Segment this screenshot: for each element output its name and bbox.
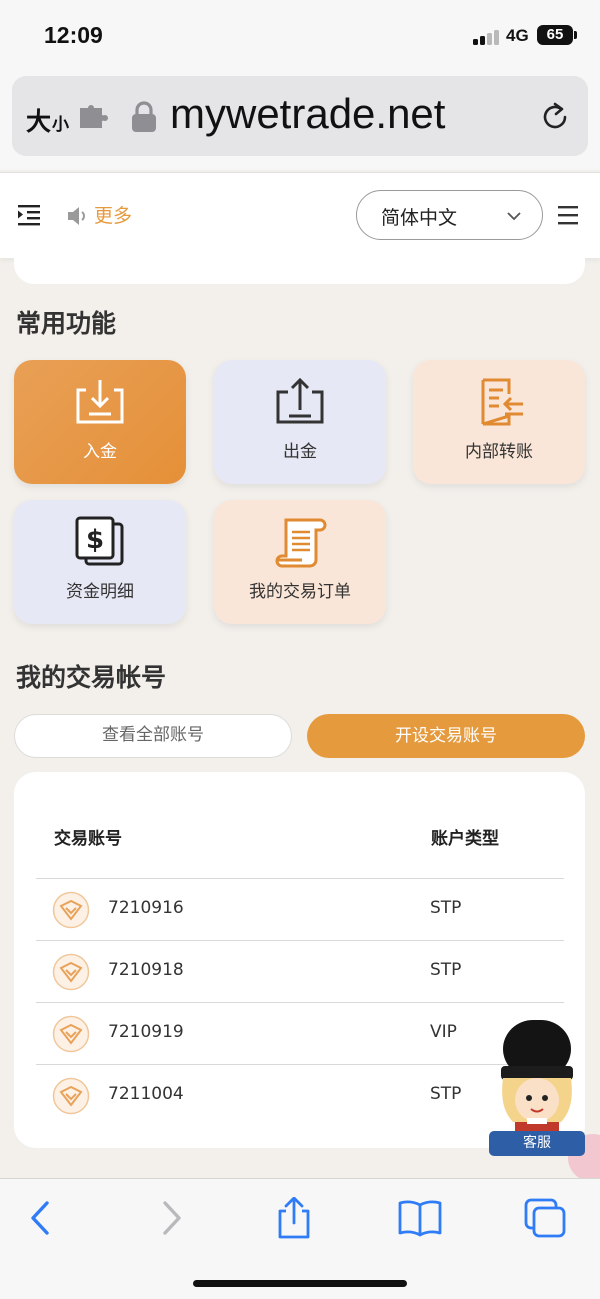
table-row[interactable]: 7210918 STP bbox=[36, 940, 564, 1002]
menu-icon[interactable] bbox=[556, 203, 580, 227]
deposit-icon bbox=[76, 380, 124, 424]
tile-label: 资金明细 bbox=[66, 582, 134, 602]
withdraw-icon bbox=[276, 377, 324, 424]
fund-details-tile[interactable]: $ 资金明细 bbox=[14, 500, 186, 624]
network-label: 4G bbox=[506, 26, 529, 45]
common-functions-title: 常用功能 bbox=[16, 309, 117, 338]
account-badge-icon bbox=[52, 1015, 90, 1053]
more-link[interactable]: 更多 bbox=[94, 201, 132, 228]
lock-icon bbox=[132, 101, 156, 132]
open-account-button[interactable]: 开设交易账号 bbox=[307, 714, 585, 758]
deposit-tile[interactable]: 入金 bbox=[14, 360, 186, 484]
sidebar-toggle-icon[interactable] bbox=[16, 203, 42, 227]
signal-icon bbox=[473, 29, 501, 45]
internal-transfer-tile[interactable]: 内部转账 bbox=[413, 360, 585, 484]
view-all-accounts-button[interactable]: 查看全部账号 bbox=[14, 714, 292, 758]
svg-text:$: $ bbox=[86, 525, 104, 555]
account-badge-icon bbox=[52, 953, 90, 991]
account-badge-icon bbox=[52, 1077, 90, 1115]
bookmarks-icon[interactable] bbox=[398, 1197, 442, 1239]
tile-label: 我的交易订单 bbox=[249, 582, 351, 602]
url-text[interactable]: mywetrade.net bbox=[170, 90, 445, 138]
language-value: 简体中文 bbox=[381, 207, 458, 229]
text-size-small: 小 bbox=[52, 115, 70, 135]
reload-icon[interactable] bbox=[538, 100, 572, 134]
text-size-big: 大 bbox=[26, 107, 52, 136]
dollar-doc-icon: $ bbox=[75, 516, 124, 566]
browser-url-area: 大 小 mywetrade.net bbox=[0, 70, 600, 170]
share-icon[interactable] bbox=[272, 1197, 316, 1239]
extension-icon[interactable] bbox=[78, 104, 108, 130]
status-time: 12:09 bbox=[44, 22, 103, 48]
chevron-down-icon bbox=[507, 212, 521, 221]
account-number: 7210918 bbox=[108, 960, 184, 980]
withdraw-tile[interactable]: 出金 bbox=[214, 360, 386, 484]
column-header-account: 交易账号 bbox=[54, 829, 122, 849]
transfer-icon bbox=[481, 378, 523, 426]
tile-label: 内部转账 bbox=[465, 442, 533, 462]
back-icon[interactable] bbox=[20, 1197, 64, 1239]
account-badge-icon bbox=[52, 891, 90, 929]
text-size-button[interactable]: 大 小 bbox=[26, 98, 69, 134]
battery-icon: 65 bbox=[537, 25, 577, 45]
account-type: STP bbox=[430, 960, 462, 980]
scroll-icon bbox=[275, 518, 327, 568]
customer-service-button[interactable]: 客服 bbox=[489, 1131, 585, 1156]
forward-icon[interactable] bbox=[150, 1197, 194, 1239]
status-bar: 12:09 4G 65 bbox=[0, 0, 600, 70]
language-select[interactable]: 简体中文 bbox=[356, 190, 543, 240]
trade-orders-tile[interactable]: 我的交易订单 bbox=[214, 500, 386, 624]
top-card-edge bbox=[14, 246, 585, 284]
account-number: 7211004 bbox=[108, 1084, 184, 1104]
home-indicator bbox=[193, 1280, 407, 1287]
speaker-icon bbox=[68, 207, 85, 225]
column-header-type: 账户类型 bbox=[431, 829, 499, 849]
tile-label: 入金 bbox=[83, 442, 117, 462]
account-type: VIP bbox=[430, 1022, 457, 1042]
tabs-icon[interactable] bbox=[523, 1197, 567, 1239]
table-row[interactable]: 7211004 STP bbox=[36, 1064, 564, 1126]
address-bar[interactable]: 大 小 mywetrade.net bbox=[12, 76, 588, 156]
account-number: 7210916 bbox=[108, 898, 184, 918]
accounts-title: 我的交易帐号 bbox=[16, 663, 167, 692]
table-row[interactable]: 7210919 VIP bbox=[36, 1002, 564, 1064]
table-row[interactable]: 7210916 STP bbox=[36, 878, 564, 940]
account-type: STP bbox=[430, 1084, 462, 1104]
account-number: 7210919 bbox=[108, 1022, 184, 1042]
tile-label: 出金 bbox=[283, 442, 317, 462]
account-type: STP bbox=[430, 898, 462, 918]
